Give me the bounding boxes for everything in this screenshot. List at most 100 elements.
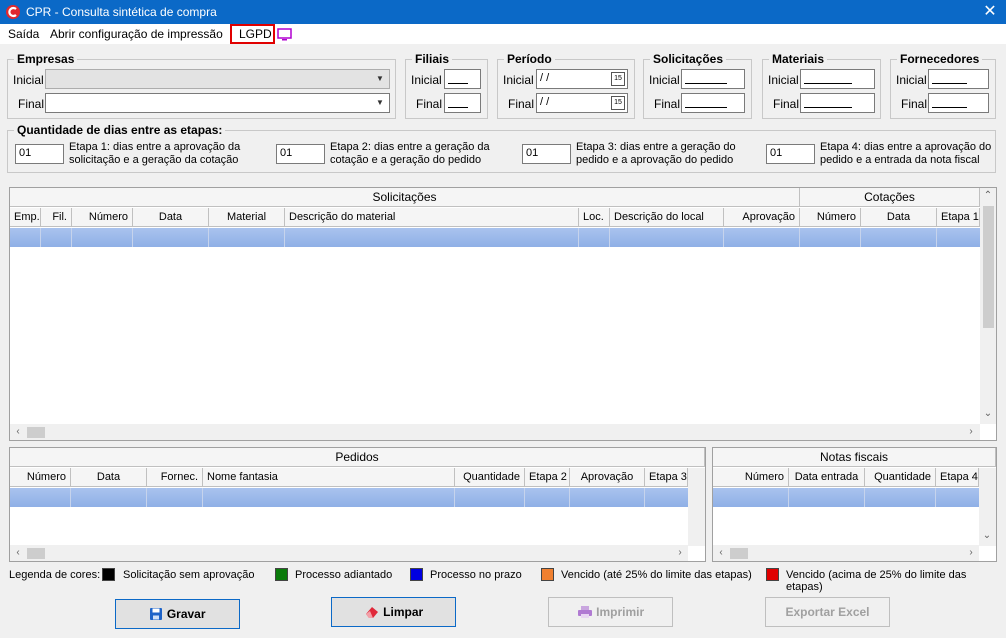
legend-text-3: Processo no prazo [430,569,522,581]
calendar-icon[interactable]: 15 [611,72,625,86]
legend-label: Legenda de cores: [9,569,101,581]
column-header[interactable]: Etapa 4 [936,468,979,487]
printer-icon [577,606,592,618]
limpar-label: Limpar [383,605,424,619]
solicitacoes-grid[interactable]: Solicitações Cotações Emp. Fil. Número Data… [9,187,997,441]
materiais-inicial-input[interactable] [800,69,875,89]
periodo-inicial-label: Inicial [503,73,534,87]
etapa4-input[interactable]: 01 [766,144,815,164]
menu-saida[interactable]: Saída [8,27,39,41]
window-title: CPR - Consulta sintética de compra [26,5,217,19]
filiais-final-input[interactable] [444,93,481,113]
monitor-icon[interactable] [277,28,292,41]
solicitacoes-filter-legend: Solicitações [653,52,724,66]
pedidos-vscrollbar[interactable] [688,468,705,546]
notas-hscrollbar[interactable]: ‹ › [713,545,979,561]
gravar-label: Gravar [166,607,206,621]
empresas-inicial-combo[interactable]: ▼ [45,69,390,89]
scroll-thumb[interactable] [983,206,994,328]
column-header[interactable]: Loc. [579,208,610,227]
scroll-thumb[interactable] [27,427,45,438]
column-header[interactable]: Data [71,468,147,487]
solicitacoes-inicial-input[interactable] [681,69,745,89]
menu-bar: Saída Abrir configuração de impressão LG… [0,24,1006,44]
notas-fiscais-title: Notas fiscais [713,448,996,467]
selected-row[interactable] [713,488,979,507]
chevron-down-icon[interactable]: ▼ [373,96,387,110]
chevron-left-icon[interactable]: ‹ [713,545,729,561]
solicitacoes-final-input[interactable] [681,93,745,113]
empresas-final-label: Final [18,97,45,111]
etapa1-input[interactable]: 01 [15,144,64,164]
chevron-right-icon[interactable]: › [672,545,688,561]
chevron-down-icon[interactable]: ⌄ [979,528,995,544]
column-header[interactable]: Fornec. [147,468,203,487]
periodo-inicial-input[interactable]: / / 15 [536,69,628,89]
column-header[interactable]: Número [800,208,861,227]
column-header[interactable]: Número [72,208,133,227]
column-header[interactable]: Data [861,208,937,227]
scroll-thumb[interactable] [730,548,748,559]
column-header[interactable]: Data entrada [789,468,865,487]
exportar-excel-button[interactable]: Exportar Excel [765,597,890,627]
scroll-thumb[interactable] [27,548,45,559]
limpar-button[interactable]: Limpar [331,597,456,627]
periodo-inicial-value: / / [540,72,550,84]
chevron-down-icon[interactable]: ⌄ [980,406,996,422]
column-header[interactable]: Etapa 1 [937,208,980,227]
column-header[interactable]: Aprovação [570,468,645,487]
column-header[interactable]: Número [713,468,789,487]
column-header[interactable]: Material [209,208,285,227]
chevron-down-icon[interactable]: ▼ [373,72,387,86]
column-header[interactable]: Descrição do local [610,208,724,227]
etapas-legend: Quantidade de dias entre as etapas: [17,123,223,137]
selected-row[interactable] [10,488,688,507]
legend-swatch-blue [410,568,423,581]
etapa3-input[interactable]: 01 [522,144,571,164]
etapa1-line1: Etapa 1: dias entre a aprovação da [69,141,241,153]
column-header[interactable]: Aprovação [724,208,800,227]
pedidos-grid[interactable]: Pedidos Número Data Fornec. Nome fantasia Qu… [9,447,706,562]
column-header[interactable]: Descrição do material [285,208,579,227]
fornecedores-inicial-input[interactable] [928,69,989,89]
solicitacoes-vscrollbar[interactable]: ⌃ ⌄ [980,188,996,424]
column-header[interactable]: Emp. [10,208,41,227]
selected-row[interactable] [10,228,980,247]
solicitacoes-group-header: Solicitações [10,188,800,207]
menu-abrir-configuracao[interactable]: Abrir configuração de impressão [50,27,223,41]
app-logo-icon [6,5,20,19]
column-header[interactable]: Etapa 2 [525,468,570,487]
fornecedores-inicial-label: Inicial [896,73,927,87]
column-header[interactable]: Fil. [41,208,72,227]
close-icon[interactable]: ✕ [978,2,1002,22]
column-header[interactable]: Número [10,468,71,487]
column-header[interactable]: Nome fantasia [203,468,455,487]
imprimir-label: Imprimir [596,605,645,619]
etapa2-line1: Etapa 2: dias entre a geração da [330,141,490,153]
filiais-inicial-input[interactable] [444,69,481,89]
periodo-final-input[interactable]: / / 15 [536,93,628,113]
fornecedores-final-input[interactable] [928,93,989,113]
imprimir-button[interactable]: Imprimir [548,597,673,627]
chevron-right-icon[interactable]: › [963,424,979,440]
chevron-left-icon[interactable]: ‹ [10,545,26,561]
column-header[interactable]: Etapa 3 [645,468,688,487]
pedidos-hscrollbar[interactable]: ‹ › [10,545,688,561]
legend-text-5: Vencido (acima de 25% do limite das etap… [786,569,967,593]
column-header[interactable]: Quantidade [455,468,525,487]
materiais-final-input[interactable] [800,93,875,113]
solicitacoes-hscrollbar[interactable]: ‹ › [10,424,980,440]
column-header[interactable]: Data [133,208,209,227]
etapa4-line1: Etapa 4: dias entre a aprovação do [820,141,992,153]
fornecedores-final-label: Final [901,97,928,111]
gravar-button[interactable]: Gravar [115,599,240,629]
chevron-left-icon[interactable]: ‹ [10,424,26,440]
etapa2-input[interactable]: 01 [276,144,325,164]
column-header[interactable]: Quantidade [865,468,936,487]
chevron-right-icon[interactable]: › [963,545,979,561]
notas-vscrollbar[interactable]: ⌄ [979,468,996,546]
notas-fiscais-grid[interactable]: Notas fiscais Número Data entrada Quantida… [712,447,997,562]
chevron-up-icon[interactable]: ⌃ [980,188,996,204]
empresas-final-combo[interactable]: ▼ [45,93,390,113]
calendar-icon[interactable]: 15 [611,96,625,110]
